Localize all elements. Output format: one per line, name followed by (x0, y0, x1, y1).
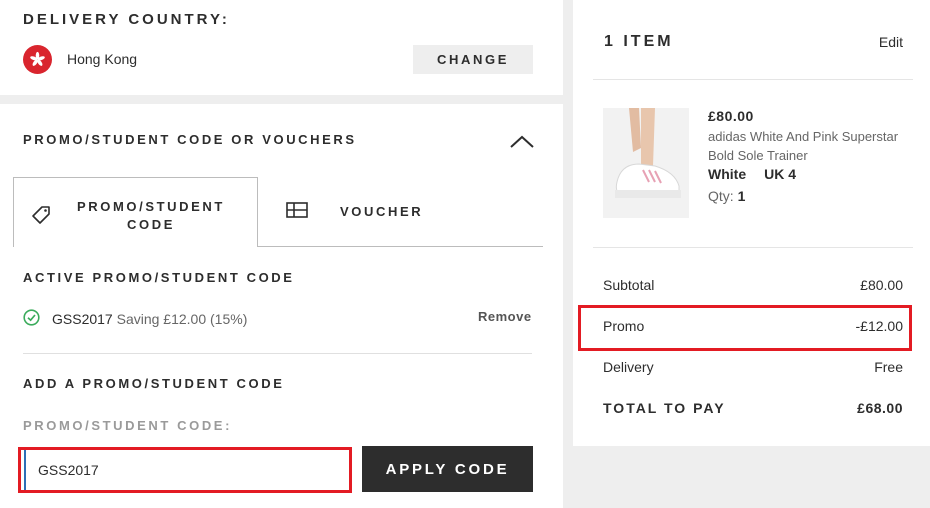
voucher-icon (286, 202, 308, 218)
promo-code-field-highlight (18, 447, 352, 493)
subtotal-value: £80.00 (860, 277, 903, 293)
total-row: TOTAL TO PAY £68.00 (603, 400, 903, 416)
remove-code-link[interactable]: Remove (478, 309, 532, 324)
tab-promo-label: PROMO/STUDENT CODE (77, 199, 225, 232)
tab-voucher-label: VOUCHER (340, 204, 424, 219)
item-name[interactable]: adidas White And Pink Superstar Bold Sol… (708, 127, 918, 165)
active-code-line: GSS2017 Saving £12.00 (15%) (52, 311, 247, 327)
product-thumbnail[interactable] (603, 108, 689, 218)
change-country-button[interactable]: CHANGE (413, 45, 533, 74)
item-size: UK 4 (764, 166, 797, 182)
add-code-title: ADD A PROMO/STUDENT CODE (23, 376, 285, 391)
delivery-row: Delivery Free (603, 359, 903, 375)
apply-code-button[interactable]: APPLY CODE (362, 446, 533, 492)
delivery-label: Delivery (603, 359, 654, 375)
hong-kong-flag-icon (23, 45, 52, 74)
item-price: £80.00 (708, 108, 754, 124)
item-quantity: Qty: 1 (708, 188, 745, 204)
qty-value: 1 (737, 188, 746, 204)
total-label: TOTAL TO PAY (603, 400, 726, 416)
promo-section-title: PROMO/STUDENT CODE OR VOUCHERS (23, 132, 357, 147)
item-colour: White (708, 166, 747, 182)
promo-tabs: PROMO/STUDENT CODE VOUCHER (13, 177, 543, 247)
promo-row-highlight (578, 305, 912, 351)
qty-label: Qty: (708, 188, 734, 204)
country-name: Hong Kong (67, 51, 138, 67)
item-attributes: White UK 4 (708, 166, 796, 182)
left-column: DELIVERY COUNTRY: Hong Kong CHANGE PROMO… (0, 0, 563, 508)
active-code: GSS2017 (52, 311, 113, 327)
tab-underline (257, 246, 543, 247)
delivery-country-title: DELIVERY COUNTRY: (23, 11, 230, 28)
active-code-title: ACTIVE PROMO/STUDENT CODE (23, 270, 295, 285)
items-count-title: 1 ITEM (604, 33, 674, 50)
subtotal-row: Subtotal £80.00 (603, 277, 903, 293)
section-divider (23, 353, 532, 354)
delivery-country-panel: DELIVERY COUNTRY: Hong Kong CHANGE (0, 0, 563, 95)
chevron-up-icon[interactable] (508, 132, 536, 150)
check-circle-icon (23, 309, 40, 326)
subtotal-label: Subtotal (603, 277, 655, 293)
order-summary-panel: 1 ITEM Edit £80.00 adidas White And Pink… (573, 0, 930, 446)
tab-promo-student-code[interactable]: PROMO/STUDENT CODE (13, 177, 258, 247)
delivery-value: Free (874, 359, 903, 375)
active-code-saving: Saving £12.00 (15%) (116, 311, 248, 327)
promo-panel: PROMO/STUDENT CODE OR VOUCHERS PROMO/STU… (0, 104, 563, 508)
edit-bag-link[interactable]: Edit (879, 34, 903, 50)
tag-icon (32, 206, 50, 224)
promo-code-input[interactable] (24, 450, 349, 490)
tab-voucher[interactable]: VOUCHER (258, 177, 543, 246)
summary-divider (593, 247, 913, 248)
total-value: £68.00 (857, 400, 903, 416)
promo-code-field-label: PROMO/STUDENT CODE: (23, 418, 233, 433)
summary-divider (593, 79, 913, 80)
